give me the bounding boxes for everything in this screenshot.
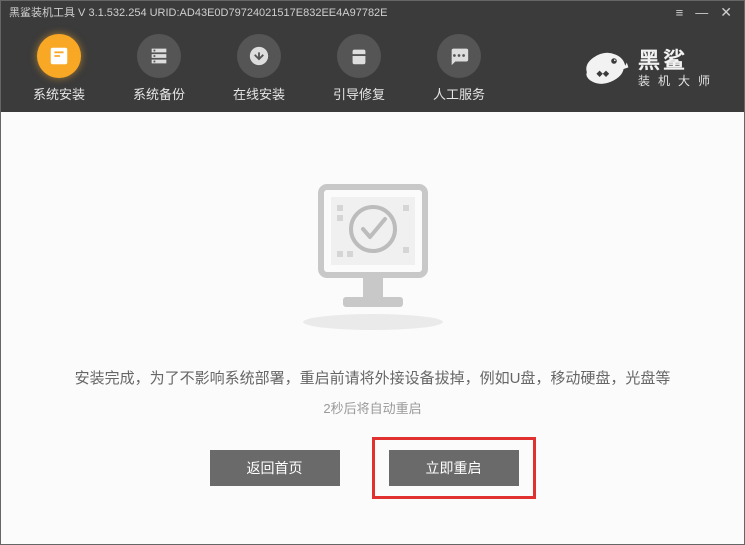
nav-label: 引导修复 — [333, 84, 385, 103]
chat-icon — [437, 34, 481, 78]
brand-sub: 装机大师 — [638, 75, 718, 88]
nav-human-service[interactable]: 人工服务 — [409, 34, 509, 103]
restart-now-button[interactable]: 立即重启 — [389, 450, 519, 486]
minimize-icon[interactable]: — — [695, 5, 708, 20]
nav-label: 人工服务 — [433, 84, 485, 103]
repair-icon — [337, 34, 381, 78]
nav-system-install[interactable]: 系统安装 — [9, 34, 109, 103]
nav-online-install[interactable]: 在线安装 — [209, 34, 309, 103]
highlight-box: 立即重启 — [372, 437, 536, 499]
nav-label: 系统安装 — [33, 84, 85, 103]
shark-logo-icon — [582, 47, 630, 91]
nav-system-backup[interactable]: 系统备份 — [109, 34, 209, 103]
install-icon — [37, 34, 81, 78]
success-illustration — [273, 157, 473, 337]
backup-icon — [137, 34, 181, 78]
menu-icon[interactable]: ≡ — [676, 5, 684, 20]
download-icon — [237, 34, 281, 78]
nav-boot-repair[interactable]: 引导修复 — [309, 34, 409, 103]
nav-label: 在线安装 — [233, 84, 285, 103]
brand: 黑鲨 装机大师 — [582, 47, 736, 91]
brand-main: 黑鲨 — [638, 49, 718, 73]
completion-message: 安装完成，为了不影响系统部署，重启前请将外接设备拔掉，例如U盘，移动硬盘，光盘等 — [75, 367, 671, 388]
countdown-text: 2秒后将自动重启 — [323, 398, 421, 417]
title-text: 黑鲨装机工具 V 3.1.532.254 URID:AD43E0D7972402… — [9, 4, 676, 20]
nav-label: 系统备份 — [133, 84, 185, 103]
back-home-button[interactable]: 返回首页 — [210, 450, 340, 486]
close-icon[interactable]: ✕ — [720, 4, 732, 21]
